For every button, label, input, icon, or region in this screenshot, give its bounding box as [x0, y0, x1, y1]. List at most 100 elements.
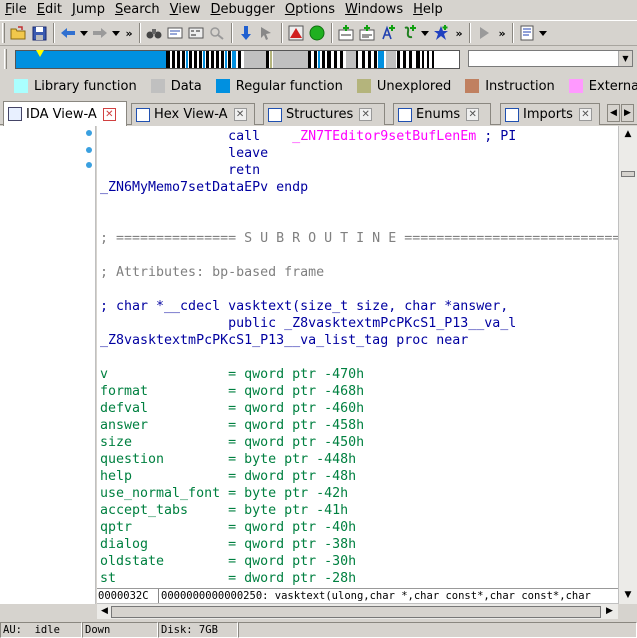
menu-debugger[interactable]: Debugger	[206, 0, 280, 19]
close-icon[interactable]: ✕	[578, 108, 592, 121]
find-text-icon[interactable]	[165, 23, 185, 43]
navigator-band[interactable]	[15, 50, 460, 69]
chevron-down-icon[interactable]	[538, 23, 548, 43]
notes-icon[interactable]	[517, 23, 537, 43]
toolbar: » » »	[0, 20, 637, 46]
chevron-down-icon[interactable]	[420, 23, 430, 43]
binoculars-icon[interactable]	[144, 23, 164, 43]
back-icon[interactable]	[58, 23, 78, 43]
menu-edit[interactable]: Edit	[32, 0, 67, 19]
run-icon[interactable]	[307, 23, 327, 43]
create-code-icon[interactable]	[336, 23, 356, 43]
listing-token: public _Z8vasktextmPcPKcS1_P13__va_l	[228, 316, 517, 331]
chevron-down-icon[interactable]	[111, 23, 121, 43]
more-icon[interactable]: »	[495, 27, 509, 40]
create-struct-icon[interactable]	[399, 23, 419, 43]
tab-scroll-left-icon[interactable]: ◀	[607, 104, 620, 122]
scroll-thumb[interactable]	[111, 606, 601, 618]
disassembly-listing[interactable]: call _ZN7TEditor9setBufLenEm ; PI leave …	[97, 126, 618, 588]
menu-jump[interactable]: Jump	[67, 0, 110, 19]
listing-line[interactable]: accept_tabs = byte ptr -41h	[100, 502, 348, 519]
listing-line[interactable]: use_normal_font = byte ptr -42h	[100, 485, 348, 502]
listing-line[interactable]: public _Z8vasktextmPcPKcS1_P13__va_l	[100, 315, 516, 332]
more-icon[interactable]: »	[122, 27, 136, 40]
name-icon[interactable]	[431, 23, 451, 43]
jump-down-icon[interactable]	[236, 23, 256, 43]
navigator-grip[interactable]	[4, 49, 7, 69]
menu-help[interactable]: Help	[408, 0, 448, 19]
forward-icon[interactable]	[90, 23, 110, 43]
listing-line[interactable]: ; =============== S U B R O U T I N E ==…	[100, 230, 618, 247]
listing-token: oldstate	[100, 554, 165, 569]
stop-icon[interactable]	[286, 23, 306, 43]
tab-imports[interactable]: Imports ✕	[500, 103, 600, 125]
listing-line[interactable]: oldstate = qword ptr -30h	[100, 553, 356, 570]
toolbar-separator	[331, 23, 333, 43]
legend-swatch	[465, 79, 480, 93]
horizontal-scrollbar[interactable]: ◀ ▶	[97, 603, 618, 619]
listing-token: _Z8vasktextmPcPKcS1_P13__va_list_tag pro…	[100, 333, 469, 348]
scroll-down-icon[interactable]: ▼	[621, 588, 635, 602]
listing-line[interactable]: defval = qword ptr -460h	[100, 400, 364, 417]
chevron-down-icon[interactable]	[79, 23, 89, 43]
scroll-left-icon[interactable]: ◀	[98, 605, 111, 618]
listing-line[interactable]: format = qword ptr -468h	[100, 383, 364, 400]
tab-enums[interactable]: Enums ✕	[393, 103, 491, 125]
listing-line[interactable]: leave	[100, 145, 268, 162]
legend-swatch	[568, 79, 583, 93]
listing-line[interactable]: answer = qword ptr -458h	[100, 417, 364, 434]
tab-ida-view-a[interactable]: IDA View-A ✕	[3, 101, 127, 126]
find-binary-icon[interactable]	[186, 23, 206, 43]
chevron-down-icon[interactable]: ▼	[618, 51, 632, 66]
create-string-icon[interactable]	[378, 23, 398, 43]
listing-line[interactable]: _Z8vasktextmPcPKcS1_P13__va_list_tag pro…	[100, 332, 468, 349]
scroll-right-icon[interactable]: ▶	[603, 605, 616, 618]
tab-hex-view-a[interactable]: Hex View-A ✕	[131, 103, 255, 125]
listing-token	[100, 163, 228, 178]
scroll-thumb[interactable]	[621, 171, 635, 177]
listing-line[interactable]: dialog = qword ptr -38h	[100, 536, 356, 553]
listing-line[interactable]: help = dword ptr -48h	[100, 468, 356, 485]
find-next-icon[interactable]	[207, 23, 227, 43]
menu-file[interactable]: File	[0, 0, 32, 19]
vertical-scrollbar[interactable]: ▲ ▼	[618, 126, 637, 604]
close-icon[interactable]: ✕	[466, 108, 480, 121]
more-icon[interactable]: »	[452, 27, 466, 40]
open-icon[interactable]	[8, 23, 28, 43]
menu-bar: File Edit Jump Search View Debugger Options Win…	[0, 0, 637, 19]
toolbar-separator	[512, 23, 514, 43]
listing-line[interactable]: call _ZN7TEditor9setBufLenEm ; PI	[100, 128, 516, 145]
scroll-up-icon[interactable]: ▲	[621, 127, 635, 141]
listing-line[interactable]: size = qword ptr -450h	[100, 434, 364, 451]
save-icon[interactable]	[29, 23, 49, 43]
menu-view[interactable]: View	[165, 0, 206, 19]
menu-options[interactable]: Options	[280, 0, 340, 19]
tab-scroll-right-icon[interactable]: ▶	[621, 104, 634, 122]
menu-search[interactable]: Search	[110, 0, 165, 19]
close-icon[interactable]: ✕	[233, 108, 247, 121]
close-icon[interactable]: ✕	[102, 107, 116, 121]
listing-line[interactable]: question = byte ptr -448h	[100, 451, 356, 468]
listing-line[interactable]: _ZN6MyMemo7setDataEPv endp	[100, 179, 308, 196]
toolbar-grip[interactable]	[2, 23, 5, 43]
listing-line[interactable]: qptr = qword ptr -40h	[100, 519, 356, 536]
menu-windows[interactable]: Windows	[340, 0, 408, 19]
close-icon[interactable]: ✕	[359, 108, 373, 121]
listing-line[interactable]: ; char *__cdecl vasktext(size_t size, ch…	[100, 298, 516, 315]
legend-label: Unexplored	[376, 78, 452, 94]
navigator-combo[interactable]: ▼	[468, 50, 633, 67]
listing-line[interactable]: st = dword ptr -28h	[100, 570, 356, 587]
legend-item: Library function	[14, 79, 137, 94]
listing-token: = qword ptr -38h	[148, 537, 357, 552]
legend-label: Library function	[34, 78, 137, 94]
listing-line[interactable]: ; Attributes: bp-based frame	[100, 264, 324, 281]
play-icon[interactable]	[474, 23, 494, 43]
jump-cursor-icon[interactable]	[257, 23, 277, 43]
listing-line[interactable]: retn	[100, 162, 260, 179]
create-data-icon[interactable]	[357, 23, 377, 43]
listing-token	[100, 146, 228, 161]
tab-structures[interactable]: Structures ✕	[263, 103, 385, 125]
listing-line[interactable]: v = qword ptr -470h	[100, 366, 364, 383]
enums-icon	[398, 107, 412, 122]
toolbar-separator	[139, 23, 141, 43]
